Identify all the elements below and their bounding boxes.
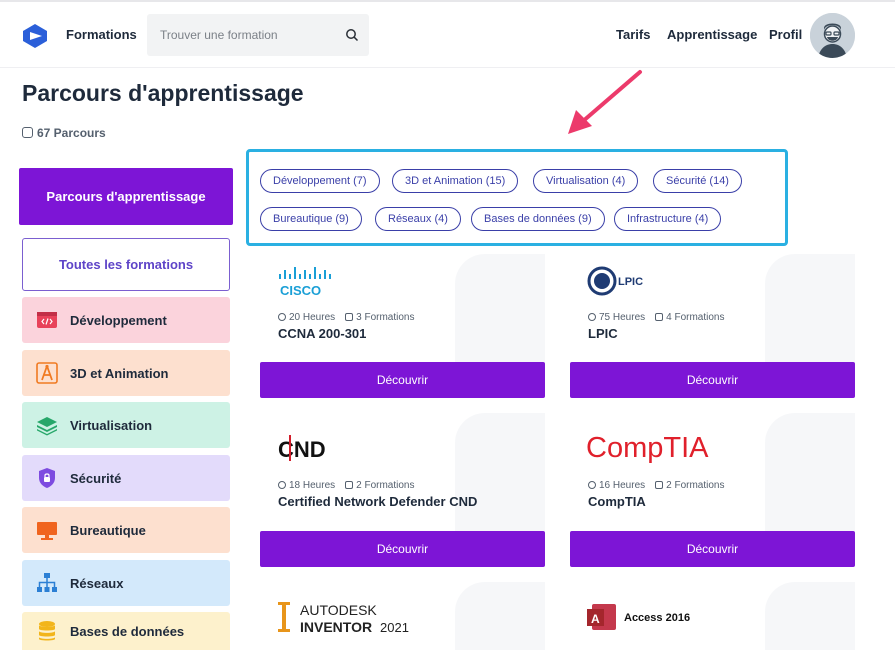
sidebar-item-bureautique[interactable]: Bureautique xyxy=(22,507,230,553)
formations-icon xyxy=(345,313,354,321)
inventor-text: INVENTOR xyxy=(300,619,372,635)
parcours-count: 67 Parcours xyxy=(22,126,106,140)
sidebar-item-label: Développement xyxy=(70,312,167,328)
course-card-inventor[interactable]: AUTODESK INVENTOR 2021 xyxy=(260,582,545,650)
access-logo-icon: A Access 2016 xyxy=(587,604,690,630)
avatar[interactable] xyxy=(810,13,855,58)
card-title[interactable]: CCNA 200-301 xyxy=(278,326,366,341)
card-hours: 75 Heures xyxy=(599,312,646,323)
card-title[interactable]: CompTIA xyxy=(588,494,646,509)
nav-tarifs[interactable]: Tarifs xyxy=(616,27,650,42)
discover-button[interactable]: Découvrir xyxy=(570,531,855,567)
card-hours: 20 Heures xyxy=(289,312,336,323)
sidebar-item-label: Sécurité xyxy=(70,470,122,486)
cisco-logo-icon: CISCO xyxy=(279,267,331,298)
course-card-access[interactable]: A Access 2016 xyxy=(570,582,855,650)
inventor-year-text: 2021 xyxy=(380,620,409,635)
formations-icon xyxy=(345,481,354,489)
comptia-logo-text: CompTIA xyxy=(586,432,709,464)
comptia-logo-icon: CompTIA xyxy=(586,432,709,464)
network-icon xyxy=(37,573,57,592)
sidebar-item-3d-animation[interactable]: 3D et Animation xyxy=(22,350,230,396)
lpic-logo-text: LPIC xyxy=(618,276,643,288)
nav-apprentissage[interactable]: Apprentissage xyxy=(667,27,757,42)
sidebar-item-label: Bureautique xyxy=(70,522,146,538)
card-formations: 2 Formations xyxy=(356,480,415,491)
search-input[interactable]: Trouver une formation xyxy=(147,14,369,56)
formations-icon xyxy=(655,313,664,321)
parcours-count-label: 67 Parcours xyxy=(37,126,106,140)
clock-icon xyxy=(278,313,286,321)
sidebar-item-label: 3D et Animation xyxy=(70,365,169,381)
filter-chip-bureautique[interactable]: Bureautique (9) xyxy=(260,207,362,231)
sidebar-item-reseaux[interactable]: Réseaux xyxy=(22,560,230,606)
card-meta: 20 Heures 3 Formations xyxy=(278,312,415,323)
page-title: Parcours d'apprentissage xyxy=(22,80,304,106)
card-formations: 2 Formations xyxy=(666,480,725,491)
sidebar-item-bases-de-donnees[interactable]: Bases de données xyxy=(22,612,230,650)
autodesk-inventor-logo-icon: AUTODESK INVENTOR 2021 xyxy=(278,602,409,635)
sidebar-item-parcours[interactable]: Parcours d'apprentissage xyxy=(19,168,233,225)
course-card-ccna[interactable]: CISCO 20 Heures 3 Formations CCNA 200-301… xyxy=(260,254,545,398)
card-background xyxy=(455,582,545,650)
discover-button[interactable]: Découvrir xyxy=(260,531,545,567)
formations-icon xyxy=(655,481,664,489)
top-header: Formations Trouver une formation Tarifs … xyxy=(0,2,895,68)
brand-logo-icon[interactable] xyxy=(21,22,49,50)
sidebar-item-virtualisation[interactable]: Virtualisation xyxy=(22,402,230,448)
filter-chip-reseaux[interactable]: Réseaux (4) xyxy=(375,207,461,231)
sidebar-item-label: Virtualisation xyxy=(70,417,153,433)
filter-chip-securite[interactable]: Sécurité (14) xyxy=(653,169,742,193)
cisco-logo-text: CISCO xyxy=(280,283,321,298)
annotation-arrow-icon xyxy=(568,70,642,134)
lpic-logo-icon: LPIC xyxy=(587,266,643,296)
sidebar-item-label: Bases de données xyxy=(70,623,185,639)
sidebar-item-securite[interactable]: Sécurité xyxy=(22,455,230,501)
filter-chip-3d-animation[interactable]: 3D et Animation (15) xyxy=(392,169,519,193)
card-title[interactable]: LPIC xyxy=(588,326,618,341)
search-icon[interactable] xyxy=(345,28,359,42)
svg-text:A: A xyxy=(591,612,600,626)
sidebar-item-all-formations[interactable]: Toutes les formations xyxy=(22,238,230,291)
cnd-logo-icon: CND xyxy=(278,435,326,462)
card-meta: 18 Heures 2 Formations xyxy=(278,480,415,491)
nav-profil[interactable]: Profil xyxy=(769,27,802,42)
card-title[interactable]: Certified Network Defender CND xyxy=(278,494,477,509)
user-avatar-icon xyxy=(810,13,855,58)
filter-chip-infrastructure[interactable]: Infrastructure (4) xyxy=(614,207,722,231)
category-filter-box: Développement (7) 3D et Animation (15) V… xyxy=(246,149,788,246)
card-formations: 4 Formations xyxy=(666,312,725,323)
filter-chip-developpement[interactable]: Développement (7) xyxy=(260,169,380,193)
card-formations: 3 Formations xyxy=(356,312,415,323)
code-window-icon xyxy=(37,312,57,328)
filter-chip-bases-de-donnees[interactable]: Bases de données (9) xyxy=(471,207,605,231)
discover-button[interactable]: Découvrir xyxy=(260,362,545,398)
course-card-cnd[interactable]: CND 18 Heures 2 Formations Certified Netw… xyxy=(260,413,545,567)
card-hours: 16 Heures xyxy=(599,480,646,491)
discover-button[interactable]: Découvrir xyxy=(570,362,855,398)
sidebar-item-developpement[interactable]: Développement xyxy=(22,297,230,343)
course-card-comptia[interactable]: CompTIA 16 Heures 2 Formations CompTIA Dé… xyxy=(570,413,855,567)
cnd-logo-text: CND xyxy=(278,437,326,462)
clock-icon xyxy=(278,481,286,489)
card-meta: 75 Heures 4 Formations xyxy=(588,312,725,323)
filter-chip-virtualisation[interactable]: Virtualisation (4) xyxy=(533,169,639,193)
search-placeholder: Trouver une formation xyxy=(160,28,278,42)
access-logo-text: Access 2016 xyxy=(624,612,690,624)
course-card-lpic[interactable]: LPIC 75 Heures 4 Formations LPIC Découvri… xyxy=(570,254,855,398)
database-icon xyxy=(39,621,55,641)
clock-icon xyxy=(588,313,596,321)
compass-icon xyxy=(36,362,58,384)
monitor-icon xyxy=(37,522,57,540)
card-hours: 18 Heures xyxy=(289,480,336,491)
autodesk-text: AUTODESK xyxy=(300,602,377,618)
card-background xyxy=(765,582,855,650)
sidebar-item-label: Réseaux xyxy=(70,575,124,591)
layers-icon xyxy=(37,417,57,436)
card-meta: 16 Heures 2 Formations xyxy=(588,480,725,491)
shield-lock-icon xyxy=(39,468,55,488)
course-icon xyxy=(22,127,33,138)
clock-icon xyxy=(588,481,596,489)
nav-formations[interactable]: Formations xyxy=(66,27,137,42)
